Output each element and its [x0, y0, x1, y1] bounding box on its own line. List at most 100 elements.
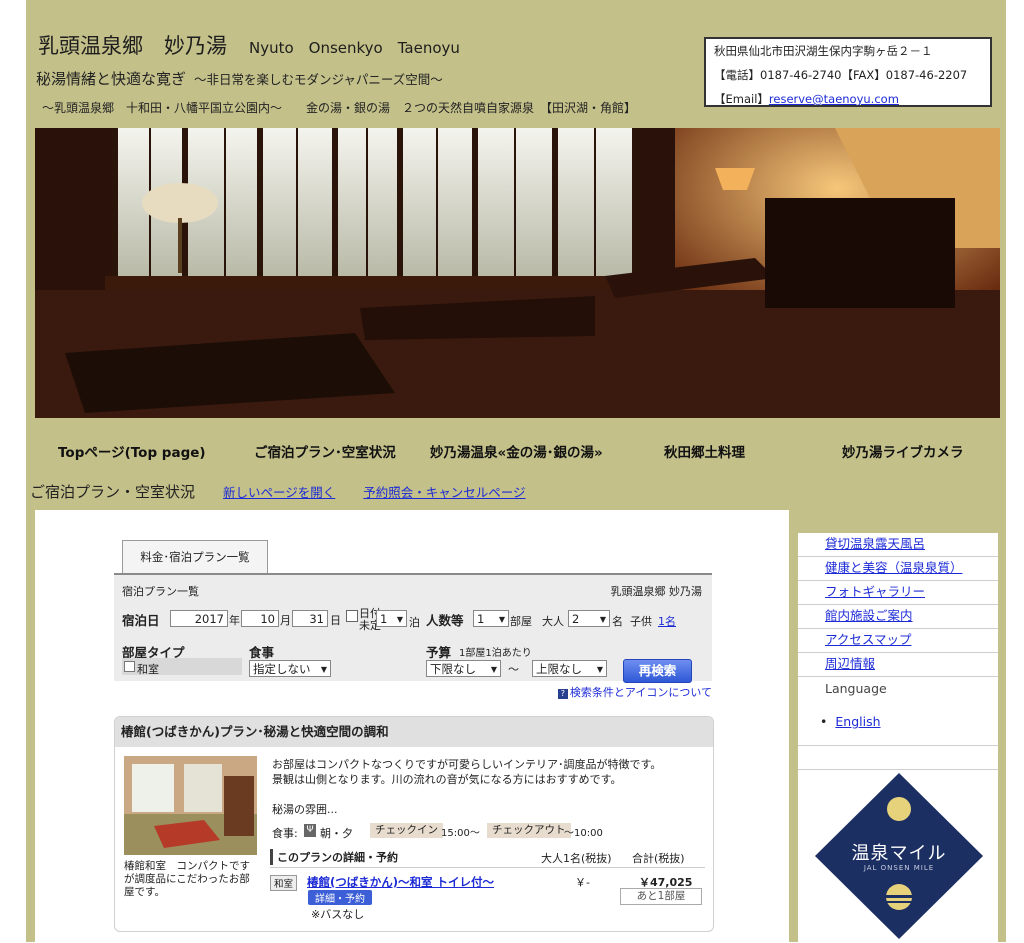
contact-email-row: 【Email】reserve@taenoyu.com [714, 87, 990, 111]
plan-desc-1: お部屋はコンパクトなつくりですが可愛らしいインテリア･調度品が特徴です。 [272, 758, 662, 771]
budget-tilde: ～ [508, 663, 519, 676]
email-label: 【Email】 [714, 92, 769, 106]
remaining-rooms: あと1部屋 [620, 888, 702, 905]
nav-onsen[interactable]: 妙乃湯温泉«金の湯･銀の湯» [430, 441, 603, 461]
inn-name: 乳頭温泉郷 妙乃湯 [610, 585, 703, 598]
meal-label: 食事 [249, 645, 275, 660]
adults-unit: 名 [612, 615, 623, 628]
open-new-page-link[interactable]: 新しいページを開く [223, 485, 335, 500]
site-title-ja: 乳頭温泉郷 妙乃湯 [38, 34, 227, 58]
col-adult-price: 大人1名(税抜) [541, 852, 612, 865]
sidebar-item-area-info[interactable]: 周辺情報 [798, 653, 998, 677]
budget-min-select[interactable]: 下限なし [426, 660, 501, 678]
thumb-caption-3: 屋です。 [124, 886, 165, 898]
contact-address: 秋田県仙北市田沢湖生保内字駒ヶ岳２－１ [714, 44, 933, 58]
nav-livecam[interactable]: 妙乃湯ライブカメラ [842, 441, 964, 461]
search-form: 宿泊プラン一覧 乳頭温泉郷 妙乃湯 宿泊日 2017 年 10 月 31 日 日… [114, 575, 712, 683]
site-title: 乳頭温泉郷 妙乃湯 Nyuto Onsenkyo Taenoyu [38, 30, 460, 60]
date-label: 宿泊日 [122, 613, 160, 628]
budget-label: 予算 [426, 645, 452, 660]
contact-box: 秋田県仙北市田沢湖生保内字駒ヶ岳２－１ 【電話】0187-46-2740【FAX… [704, 37, 992, 107]
meal-info-value: 朝・夕 [320, 827, 353, 840]
subtitle-main: 秘湯情緒と快適な寛ぎ [36, 70, 187, 88]
banner-subtitle: JAL ONSEN MILE [863, 864, 935, 872]
page-title: ご宿泊プラン・空室状況 [30, 483, 196, 501]
meal-icon: Ψ [304, 824, 316, 837]
roomtype-option[interactable]: 和室 [122, 658, 242, 676]
roomtype-option-label: 和室 [137, 663, 159, 676]
page-heading: ご宿泊プラン・空室状況 新しいページを開く 予約照会・キャンセルページ [30, 481, 526, 502]
language-label: Language [825, 681, 887, 696]
plan-thumbnail[interactable] [124, 756, 257, 855]
year-unit: 年 [229, 614, 240, 627]
sidebar: 貸切温泉露天風呂 健康と美容（温泉泉質） フォトギャラリー 館内施設ご案内 アク… [798, 533, 998, 942]
language-english-link[interactable]: English [835, 714, 880, 729]
nights-unit: 泊 [409, 616, 420, 629]
budget-note: 1部屋1泊あたり [459, 648, 532, 659]
adult-price: ￥- [575, 876, 590, 889]
plan-detail-heading: このプランの詳細・予約 [270, 849, 398, 865]
plan-card: 椿館(つばきかん)プラン･秘湯と快適空間の調和 お部屋はコンパクトなつくりですが… [114, 716, 714, 932]
email-link[interactable]: reserve@taenoyu.com [769, 92, 899, 106]
sidebar-item-health-beauty[interactable]: 健康と美容（温泉泉質） [798, 557, 998, 581]
child-label: 子供 [630, 615, 652, 628]
language-list: • English [820, 714, 881, 729]
reservation-lookup-link[interactable]: 予約照会・キャンセルページ [363, 485, 525, 500]
help-icon: ? [557, 689, 568, 699]
row-divider [270, 867, 705, 868]
sidebar-divider [798, 745, 998, 746]
people-label: 人数等 [426, 613, 464, 628]
room-type-badge: 和室 [270, 875, 298, 891]
contact-phone: 【電話】0187-46-2740【FAX】0187-46-2207 [714, 68, 968, 82]
nights-select[interactable]: 1 [376, 610, 407, 628]
child-count-link[interactable]: 1名 [658, 613, 676, 629]
tab-plan-list[interactable]: 料金･宿泊プラン一覧 [122, 540, 268, 574]
subtitle-secondary: ～非日常を楽しむモダンジャパニーズ空間～ [194, 72, 443, 87]
year-input[interactable]: 2017 [170, 610, 228, 627]
sidebar-item-access-map[interactable]: アクセスマップ [798, 629, 998, 653]
checkin-chip: チェックイン [370, 823, 443, 838]
sidebar-divider-2 [798, 769, 998, 770]
roomtype-checkbox[interactable] [124, 661, 135, 672]
plan-title[interactable]: 椿館(つばきかん)プラン･秘湯と快適空間の調和 [115, 717, 713, 747]
search-help-label: 検索条件とアイコンについて [569, 686, 712, 699]
sidebar-item-facilities[interactable]: 館内施設ご案内 [798, 605, 998, 629]
bullet-icon: • [820, 714, 828, 729]
banner-title: 温泉マイル [851, 843, 947, 864]
rooms-unit: 部屋 [510, 615, 532, 628]
nav-top[interactable]: Topページ(Top page) [58, 441, 206, 461]
nav-plans[interactable]: ご宿泊プラン･空室状況 [254, 441, 396, 461]
checkout-time: ～10:00 [564, 828, 603, 839]
bath-note: ※バスなし [311, 908, 365, 921]
page-background: 乳頭温泉郷 妙乃湯 Nyuto Onsenkyo Taenoyu 秘湯情緒と快適な… [26, 0, 1006, 942]
main-content: 料金･宿泊プラン一覧 宿泊プラン一覧 乳頭温泉郷 妙乃湯 宿泊日 2017 年 … [35, 510, 789, 942]
undecided-checkbox[interactable] [346, 610, 358, 622]
research-button[interactable]: 再検索 [623, 659, 692, 683]
day-unit: 日 [330, 614, 341, 627]
rooms-select[interactable]: 1 [473, 610, 509, 628]
site-subtitle: 秘湯情緒と快適な寛ぎ ～非日常を楽しむモダンジャパニーズ空間～ [36, 68, 443, 89]
col-total-price: 合計(税抜) [632, 852, 685, 865]
adult-label: 大人 [542, 615, 564, 628]
checkout-chip: チェックアウト [487, 823, 571, 838]
onsen-mile-banner[interactable]: 温泉マイル JAL ONSEN MILE [815, 773, 983, 939]
meal-select[interactable]: 指定しない [249, 660, 331, 678]
day-input[interactable]: 31 [292, 610, 328, 627]
plan-desc-3: 秘湯の雰囲... [272, 803, 338, 816]
budget-max-select[interactable]: 上限なし [532, 660, 607, 678]
month-input[interactable]: 10 [241, 610, 279, 627]
adults-select[interactable]: 2 [568, 610, 610, 628]
sidebar-item-photo-gallery[interactable]: フォトギャラリー [798, 581, 998, 605]
site-title-en: Nyuto Onsenkyo Taenoyu [249, 39, 460, 57]
hero-image [35, 128, 1000, 418]
nav-cuisine[interactable]: 秋田郷土料理 [664, 441, 745, 461]
search-help[interactable]: ? 検索条件とアイコンについて [557, 684, 712, 700]
sidebar-item-private-bath[interactable]: 貸切温泉露天風呂 [798, 533, 998, 557]
detail-reserve-button[interactable]: 詳細・予約 [308, 890, 372, 905]
month-unit: 月 [280, 614, 291, 627]
room-name-link[interactable]: 椿館(つばきかん)～和室 トイレ付～ [307, 874, 494, 890]
search-caption: 宿泊プラン一覧 [122, 585, 199, 598]
meal-info-label: 食事: [272, 827, 298, 840]
checkin-time: 15:00～ [441, 828, 480, 839]
site-tagline: ～乳頭温泉郷 十和田・八幡平国立公園内～ 金の湯・銀の湯 ２つの天然自噴自家源泉… [42, 101, 637, 115]
